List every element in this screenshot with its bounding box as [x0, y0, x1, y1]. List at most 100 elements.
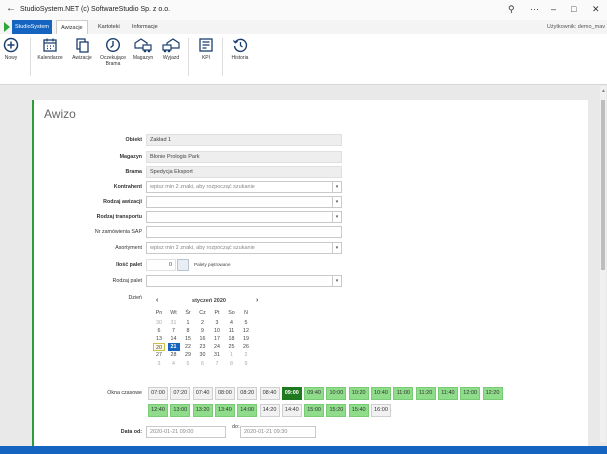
back-arrow-icon[interactable]: ←: [6, 4, 16, 14]
calendar-day[interactable]: 11: [226, 327, 238, 335]
data-od-input[interactable]: 2020-01-21 09:00: [146, 426, 226, 438]
pending-gate-button[interactable]: Oczekujące Brama: [99, 37, 127, 67]
awizacje-button[interactable]: Awizacje: [68, 37, 96, 61]
calendar-day[interactable]: 9: [197, 327, 209, 335]
calendar-day[interactable]: 30: [197, 351, 209, 359]
calendar-day[interactable]: 13: [153, 335, 165, 343]
more-icon[interactable]: ···: [530, 3, 539, 15]
calendar-day[interactable]: 1: [226, 351, 238, 359]
prev-month-button[interactable]: ‹: [156, 297, 158, 304]
rodzaj-palet-select[interactable]: ▾: [146, 275, 342, 287]
calendar-day[interactable]: 25: [226, 343, 238, 351]
calendar-day[interactable]: 8: [226, 360, 238, 368]
calendar-day[interactable]: 24: [211, 343, 223, 351]
calendar-day[interactable]: 14: [168, 335, 180, 343]
calendar-day[interactable]: 20: [153, 343, 165, 352]
calendar-day[interactable]: 28: [168, 351, 180, 359]
calendar-day[interactable]: 8: [182, 327, 194, 335]
time-slot[interactable]: 08:40: [259, 387, 280, 400]
calendar-day[interactable]: 12: [240, 327, 252, 335]
chevron-down-icon[interactable]: ▾: [332, 276, 341, 286]
calendar-day[interactable]: 23: [197, 343, 209, 351]
scroll-up-icon[interactable]: ▲: [601, 88, 606, 94]
calendar-day[interactable]: 18: [226, 335, 238, 343]
tab-studiosystem[interactable]: StudioSystem: [12, 20, 52, 34]
calendar-day[interactable]: 16: [197, 335, 209, 343]
rodzaj-transportu-select[interactable]: ▾: [146, 211, 342, 223]
calendar-day[interactable]: 6: [197, 360, 209, 368]
calendar-day[interactable]: 26: [240, 343, 252, 351]
time-slot[interactable]: 15:20: [326, 404, 347, 417]
time-slot[interactable]: 10:20: [348, 387, 369, 400]
time-slot[interactable]: 13:40: [214, 404, 235, 417]
time-slot[interactable]: 14:00: [237, 404, 258, 417]
search-icon[interactable]: ⚲: [508, 3, 515, 15]
time-slot[interactable]: 12:20: [482, 387, 503, 400]
next-month-button[interactable]: ›: [256, 297, 258, 304]
calendar-day[interactable]: 31: [168, 319, 180, 327]
calendar-day[interactable]: 5: [240, 319, 252, 327]
minimize-button[interactable]: –: [551, 3, 556, 15]
chevron-down-icon[interactable]: ▾: [332, 243, 341, 253]
calendar-day[interactable]: 3: [153, 360, 165, 368]
scrollbar-thumb[interactable]: [601, 100, 605, 270]
time-slot[interactable]: 07:40: [192, 387, 213, 400]
time-slot[interactable]: 14:40: [281, 404, 302, 417]
calendar-day[interactable]: 9: [240, 360, 252, 368]
time-slot[interactable]: 07:00: [148, 387, 168, 400]
data-do-input[interactable]: 2020-01-21 09:30: [240, 426, 316, 438]
tab-kartoteki[interactable]: Kartoteki: [94, 20, 124, 34]
tab-informacje[interactable]: Informacje: [128, 20, 162, 34]
calendar-day[interactable]: 5: [182, 360, 194, 368]
nr-zamowienia-input[interactable]: [146, 226, 342, 238]
palety-pietrowane-checkbox[interactable]: [177, 259, 189, 271]
calendar-day[interactable]: 2: [197, 319, 209, 327]
calendar-day[interactable]: 22: [182, 343, 194, 351]
rodzaj-awizacji-select[interactable]: ▾: [146, 196, 342, 208]
time-slot[interactable]: 15:00: [304, 404, 325, 417]
chevron-down-icon[interactable]: ▾: [332, 182, 341, 192]
calendar-day[interactable]: 2: [240, 351, 252, 359]
ilosc-palet-input[interactable]: 0: [146, 259, 176, 271]
calendar-day[interactable]: 31: [211, 351, 223, 359]
tab-awizacje[interactable]: Awizacje: [56, 20, 88, 34]
time-slot[interactable]: 10:00: [326, 387, 347, 400]
close-button[interactable]: ✕: [592, 3, 600, 15]
kpi-button[interactable]: KPI: [192, 37, 220, 61]
exit-button[interactable]: Wyjazd: [157, 37, 185, 61]
calendar-day[interactable]: 4: [168, 360, 180, 368]
maximize-button[interactable]: □: [571, 3, 576, 15]
time-slot[interactable]: 07:20: [170, 387, 191, 400]
time-slot[interactable]: 09:00: [281, 387, 302, 400]
time-slot[interactable]: 11:40: [437, 387, 458, 400]
calendar-day[interactable]: 17: [211, 335, 223, 343]
calendar-day[interactable]: 10: [211, 327, 223, 335]
new-button[interactable]: Nowy: [0, 37, 25, 61]
calendar-day[interactable]: 7: [168, 327, 180, 335]
time-slot[interactable]: 08:20: [237, 387, 258, 400]
calendar-day[interactable]: 27: [153, 351, 165, 359]
history-button[interactable]: Historia: [226, 37, 254, 61]
time-slot[interactable]: 12:00: [460, 387, 481, 400]
chevron-down-icon[interactable]: ▾: [332, 212, 341, 222]
warehouse-button[interactable]: Magazyn: [129, 37, 157, 61]
time-slot[interactable]: 09:40: [304, 387, 325, 400]
calendar-day[interactable]: 30: [153, 319, 165, 327]
asortyment-input[interactable]: wpisz min 2 znaki, aby rozpocząć szukani…: [146, 242, 342, 254]
time-slot[interactable]: 11:20: [415, 387, 436, 400]
time-slot[interactable]: 14:20: [259, 404, 280, 417]
calendar-day[interactable]: 29: [182, 351, 194, 359]
calendar-day[interactable]: 15: [182, 335, 194, 343]
time-slot[interactable]: 13:00: [170, 404, 191, 417]
calendar-day[interactable]: 4: [226, 319, 238, 327]
time-slot[interactable]: 15:40: [348, 404, 369, 417]
calendar-day[interactable]: 7: [211, 360, 223, 368]
calendar-day[interactable]: 19: [240, 335, 252, 343]
calendars-button[interactable]: Kalendarze: [36, 37, 64, 61]
chevron-down-icon[interactable]: ▾: [332, 197, 341, 207]
time-slot[interactable]: 16:00: [371, 404, 391, 417]
time-slot[interactable]: 13:20: [192, 404, 213, 417]
calendar-day[interactable]: 1: [182, 319, 194, 327]
time-slot[interactable]: 08:00: [214, 387, 235, 400]
calendar-day[interactable]: 21: [167, 343, 180, 352]
